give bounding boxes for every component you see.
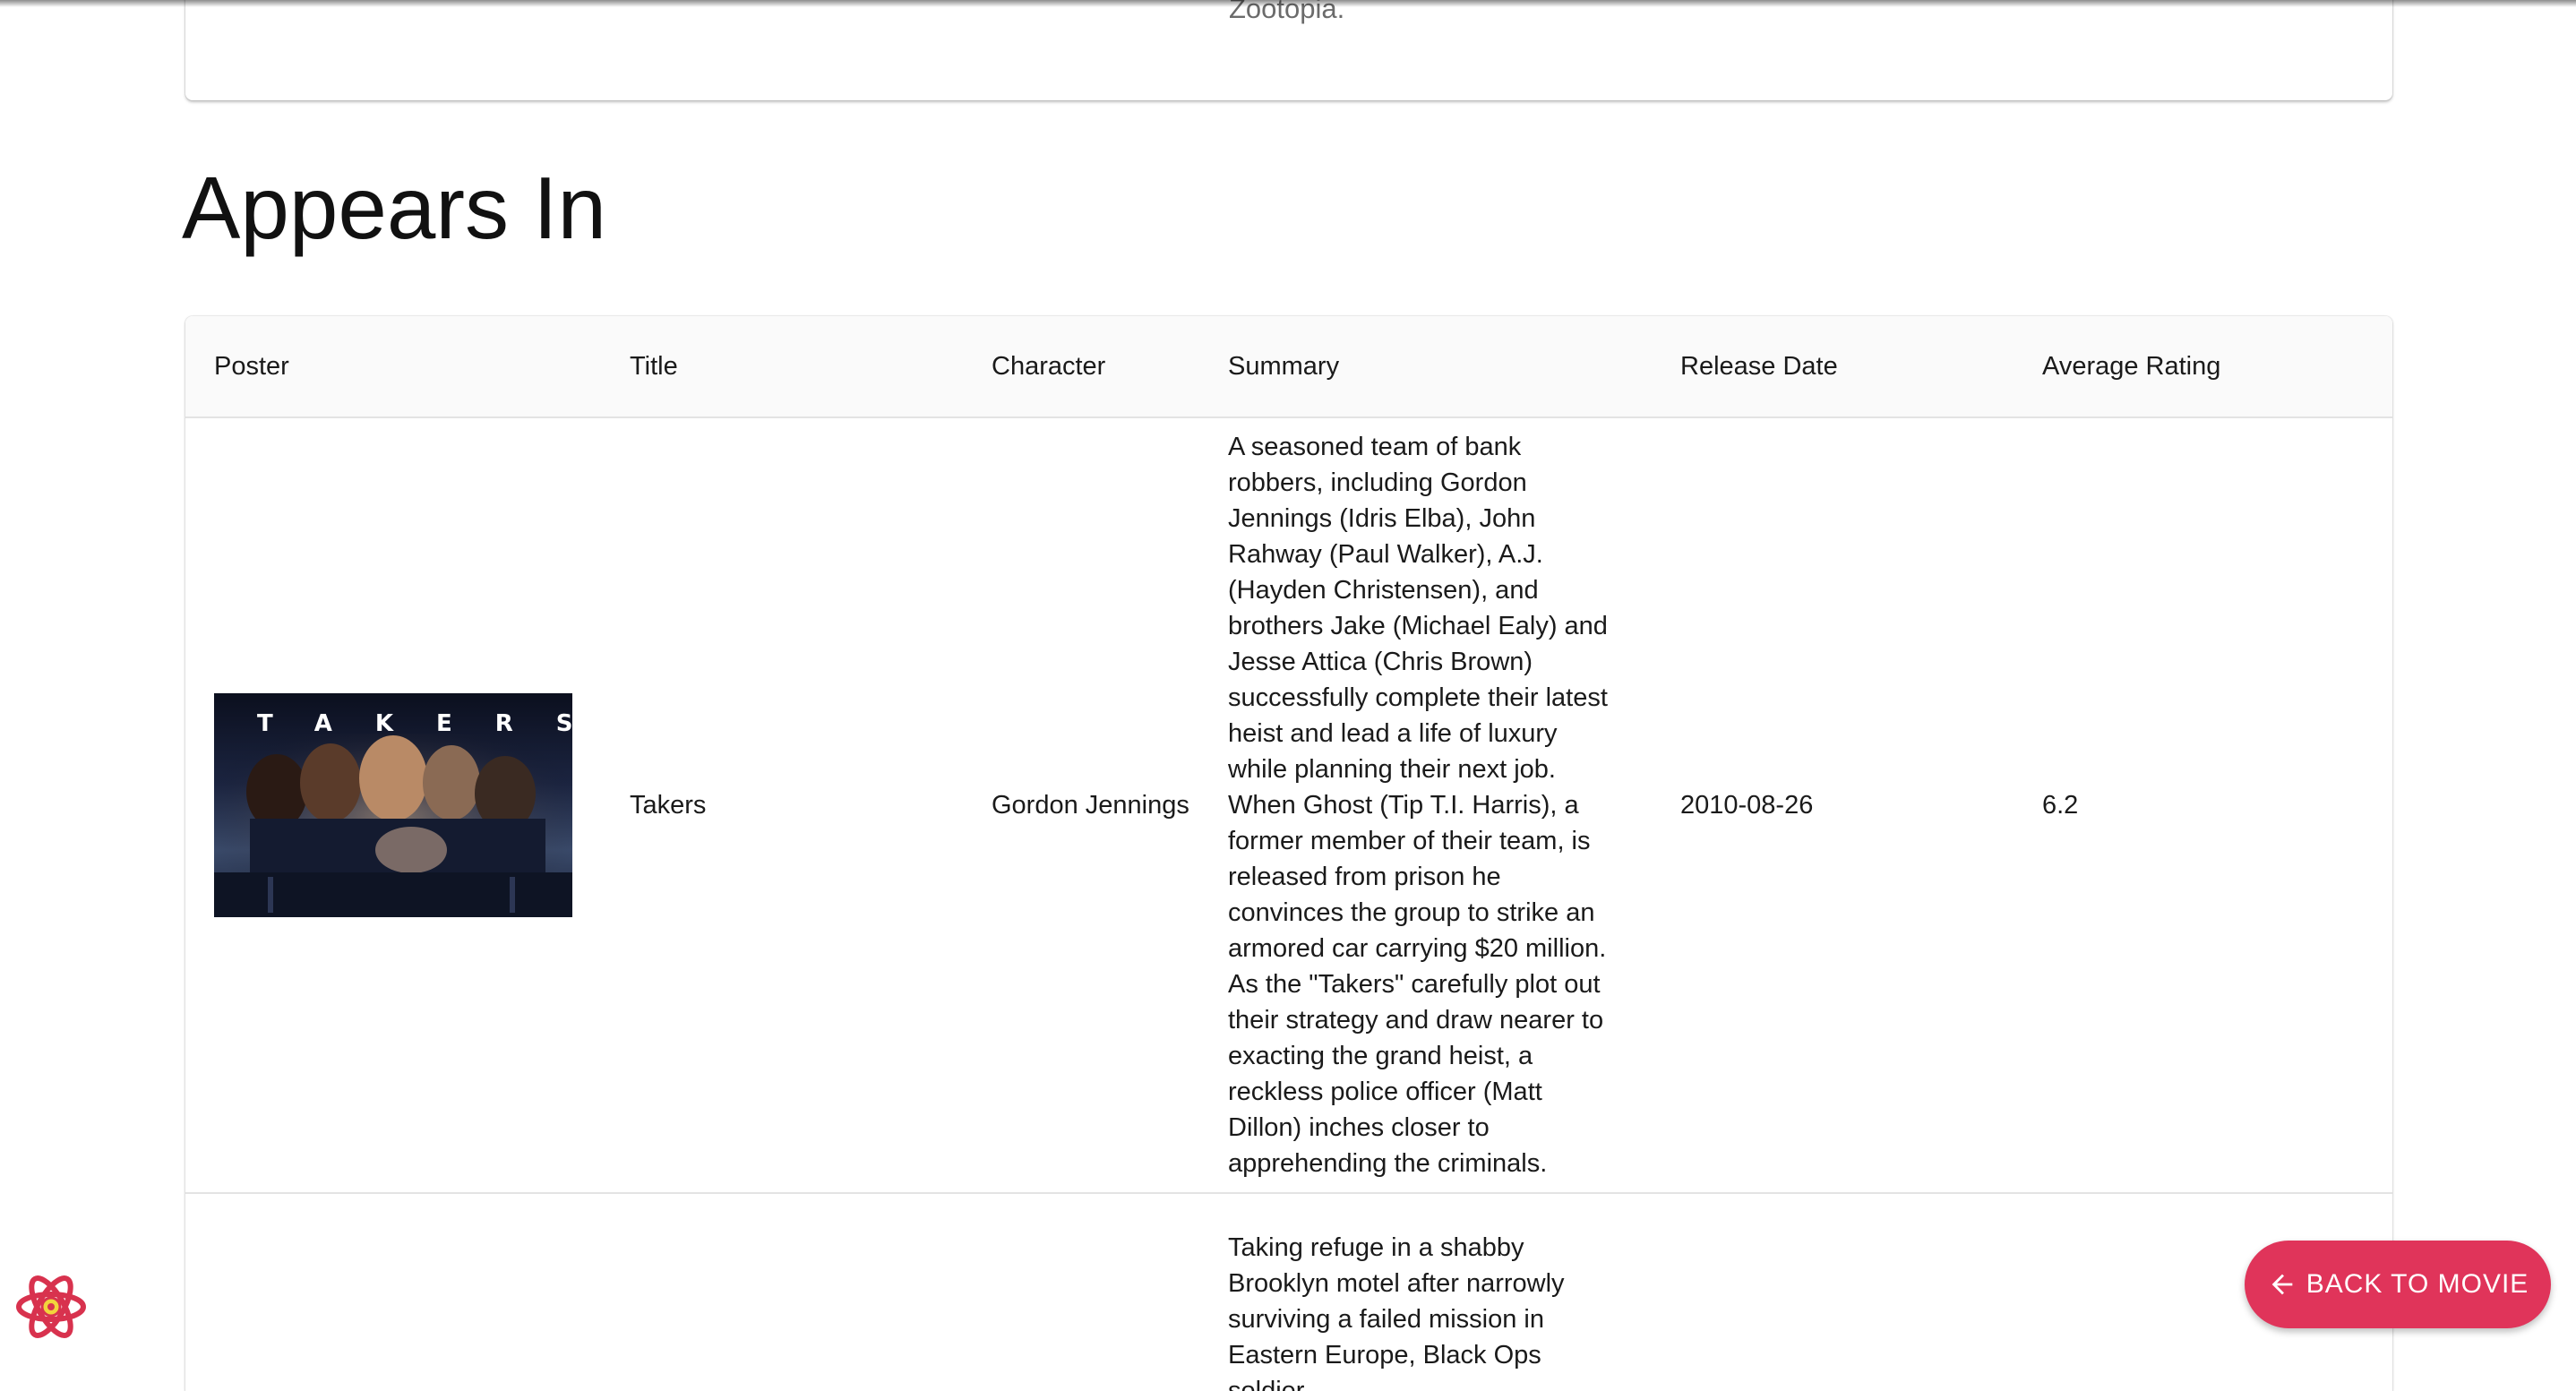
header-release-date: Release Date (1652, 316, 2014, 418)
movie-poster-image[interactable]: TAKERS (214, 693, 572, 917)
react-icon[interactable] (13, 1268, 90, 1345)
appears-in-heading: Appears In (182, 159, 606, 257)
arrow-left-icon (2267, 1269, 2297, 1300)
header-summary: Summary (1199, 316, 1652, 418)
poster-cell (185, 1193, 601, 1391)
header-title: Title (601, 316, 963, 418)
poster-cell: TAKERS (185, 417, 601, 1194)
filmography-table-card: Poster Title Character Summary Release D… (185, 316, 2392, 1391)
title-cell: Takers (601, 417, 963, 1194)
back-to-movie-label: BACK TO MOVIE (2306, 1269, 2529, 1299)
header-character: Character (963, 316, 1199, 418)
top-shadow (0, 0, 2576, 7)
filmography-table: Poster Title Character Summary Release D… (185, 316, 2392, 1391)
back-to-movie-button[interactable]: BACK TO MOVIE (2245, 1241, 2551, 1328)
character-cell: Gordon Jennings (963, 417, 1199, 1194)
poster-artwork (214, 734, 572, 917)
table-row[interactable]: TAKERS (185, 417, 2392, 1194)
character-cell (963, 1193, 1199, 1391)
summary-cell: A seasoned team of bank robbers, includi… (1199, 417, 1652, 1194)
table-header-row: Poster Title Character Summary Release D… (185, 316, 2392, 418)
release-date-cell (1652, 1193, 2014, 1391)
table-row[interactable]: Taking refuge in a shabby Brooklyn motel… (185, 1193, 2392, 1391)
release-date-cell: 2010-08-26 (1652, 417, 2014, 1194)
title-cell (601, 1193, 963, 1391)
header-poster: Poster (185, 316, 601, 418)
header-average-rating: Average Rating (2014, 316, 2392, 418)
summary-cell: Taking refuge in a shabby Brooklyn motel… (1199, 1193, 1652, 1391)
average-rating-cell: 6.2 (2014, 417, 2392, 1194)
